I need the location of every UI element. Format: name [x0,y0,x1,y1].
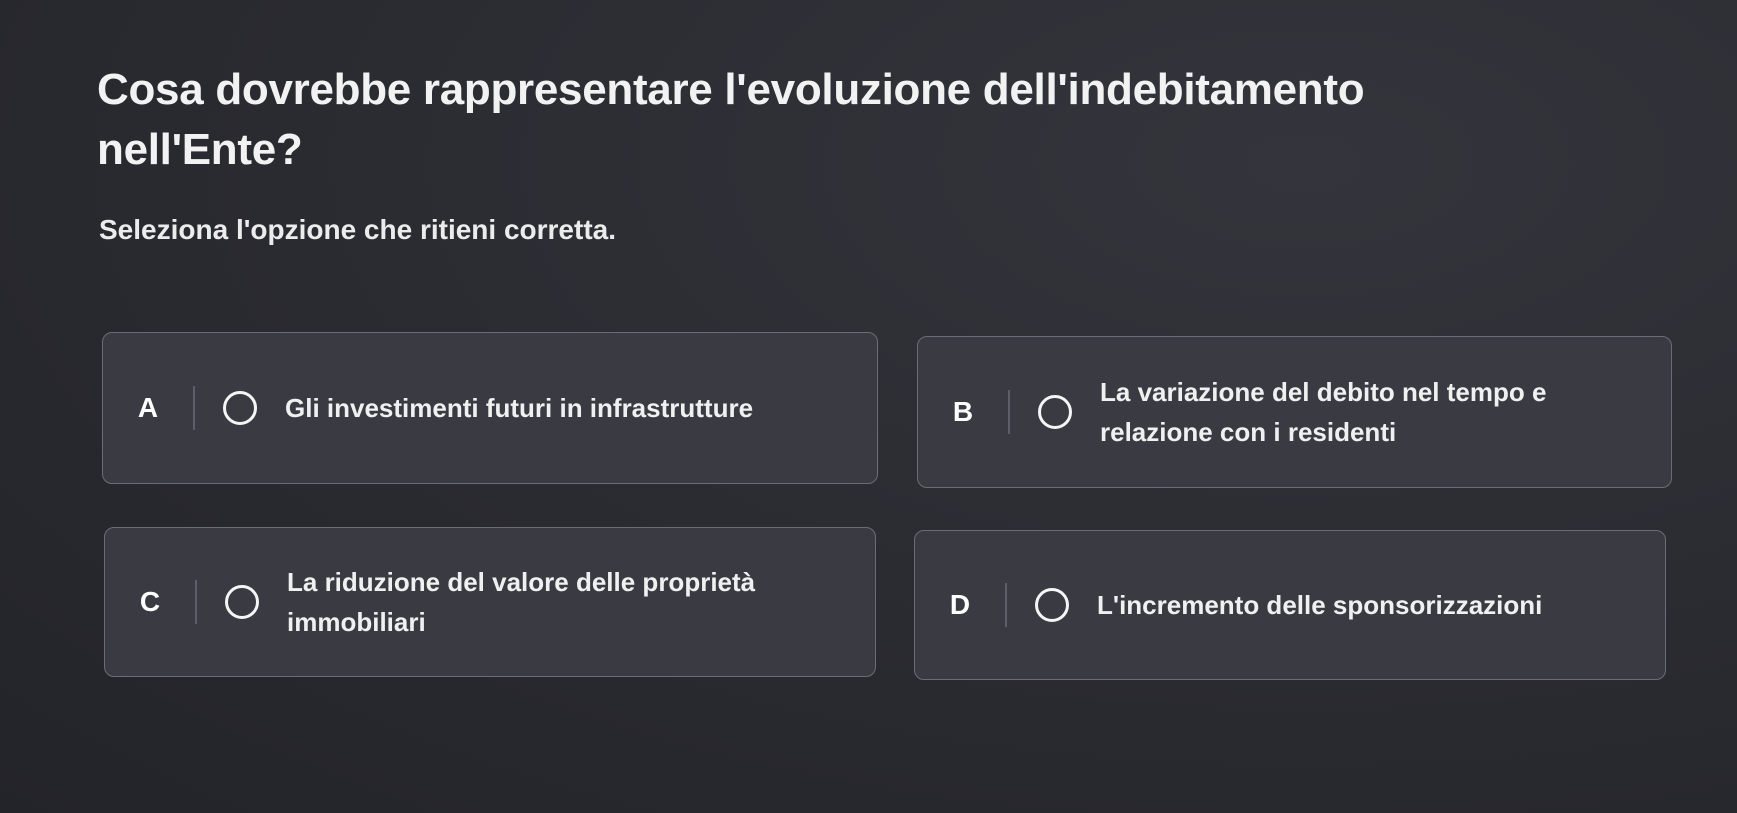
radio-button-icon[interactable] [223,391,257,425]
option-label: Gli investimenti futuri in infrastruttur… [285,393,754,423]
option-d[interactable]: D L'incremento delle sponsorizzazioni [914,530,1666,680]
radio-button-icon[interactable] [1038,395,1072,429]
option-b[interactable]: B La variazione del debito nel tempo e r… [917,336,1672,488]
question-title: Cosa dovrebbe rappresentare l'evoluzione… [97,65,1365,174]
option-divider [195,580,197,624]
option-divider [1005,583,1007,627]
option-c[interactable]: C La riduzione del valore delle propriet… [104,527,876,677]
radio-button-icon[interactable] [225,585,259,619]
option-label: La riduzione del valore delle proprietà … [287,567,756,637]
option-letter: B [952,396,974,427]
radio-button-icon[interactable] [1035,588,1069,622]
option-label: La variazione del debito nel tempo e rel… [1100,377,1547,447]
option-divider [1008,390,1010,434]
option-a[interactable]: A Gli investimenti futuri in infrastrutt… [102,332,878,484]
option-letter: C [139,586,161,617]
option-letter: D [949,589,971,620]
option-divider [193,386,195,430]
question-instruction: Seleziona l'opzione che ritieni corretta… [99,214,617,245]
option-letter: A [137,392,159,423]
answer-options: A Gli investimenti futuri in infrastrutt… [102,332,1672,682]
option-label: L'incremento delle sponsorizzazioni [1097,590,1543,620]
